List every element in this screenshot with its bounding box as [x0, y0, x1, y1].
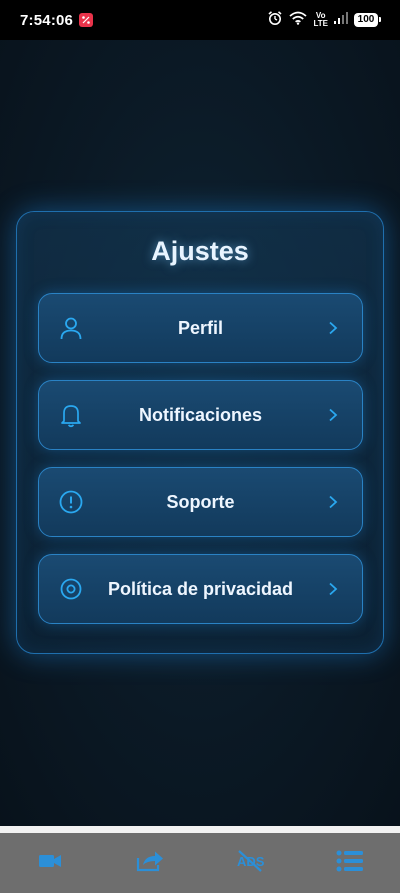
video-camera-button[interactable]: [30, 843, 70, 883]
status-time: 7:54:06: [20, 11, 74, 29]
remove-ads-button[interactable]: ADS: [230, 843, 270, 883]
list-icon: [336, 850, 364, 877]
page-title: Ajustes: [151, 236, 249, 266]
divider: [0, 826, 400, 833]
video-camera-icon: [38, 852, 62, 875]
share-button[interactable]: [130, 843, 170, 883]
chevron-right-icon: [326, 321, 340, 335]
signal-icon: [334, 11, 348, 29]
bottom-toolbar: ADS: [0, 833, 400, 893]
user-icon: [57, 314, 85, 342]
volte-indicator: Vo LTE: [313, 12, 328, 28]
menu-item-notifications[interactable]: Notificaciones: [38, 380, 363, 450]
eye-icon: [57, 575, 85, 603]
bell-icon: [57, 401, 85, 429]
status-right: Vo LTE 100: [267, 10, 381, 31]
wifi-icon: [289, 11, 308, 30]
alert-circle-icon: [57, 488, 85, 516]
volte-bottom: LTE: [313, 19, 328, 28]
main-content: Ajustes Perfil Notificaciones Soporte Po…: [0, 40, 400, 826]
status-left: 7:54:06: [20, 11, 94, 29]
settings-card: Ajustes Perfil Notificaciones Soporte Po…: [16, 211, 384, 654]
ads-off-icon: ADS: [236, 849, 265, 878]
share-icon: [136, 850, 164, 877]
menu-item-profile[interactable]: Perfil: [38, 293, 363, 363]
menu-item-support[interactable]: Soporte: [38, 467, 363, 537]
menu-item-privacy-policy[interactable]: Política de privacidad: [38, 554, 363, 624]
percent-notification-icon: [79, 13, 94, 27]
menu-item-label: Política de privacidad: [107, 578, 294, 599]
menu-item-label: Perfil: [177, 317, 224, 338]
chevron-right-icon: [326, 495, 340, 509]
menu-list-button[interactable]: [330, 843, 370, 883]
menu-item-label: Notificaciones: [138, 404, 263, 425]
chevron-right-icon: [326, 408, 340, 422]
battery-indicator: 100: [354, 13, 381, 27]
status-bar: 7:54:06 Vo LTE 100: [0, 0, 400, 40]
alarm-icon: [267, 10, 283, 31]
chevron-right-icon: [326, 582, 340, 596]
menu-item-label: Soporte: [166, 491, 235, 512]
